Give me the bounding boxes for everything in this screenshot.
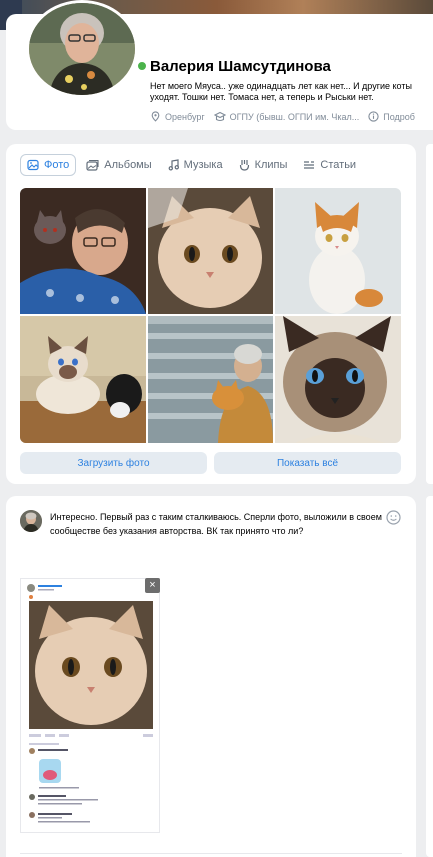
photo-icon	[27, 159, 39, 171]
post-card: Интересно. Первый раз с таким сталкиваюс…	[6, 496, 416, 857]
profile-page: Валерия Шамсутдинова Нет моего Мяуса.. у…	[0, 0, 433, 857]
right-sidebar-edge	[426, 144, 433, 484]
photo-thumb-siamese-cat-lying[interactable]	[20, 316, 146, 443]
articles-icon	[304, 160, 315, 169]
upload-photo-button[interactable]: Загрузить фото	[20, 452, 207, 474]
profile-meta: Оренбург ОГПУ (бывш. ОГПИ им. Чкал... По…	[150, 111, 424, 122]
photo-thumb-ginger-cat-closeup[interactable]	[148, 188, 273, 314]
photo-grid	[20, 188, 401, 443]
tab-photos[interactable]: Фото	[20, 154, 77, 176]
tab-music[interactable]: Музыка	[162, 154, 229, 176]
location-icon	[151, 111, 160, 122]
avatar[interactable]	[26, 0, 138, 98]
education-icon	[213, 111, 226, 122]
photos-card: Фото Альбомы Музыка Клипы Статьи Загрузи…	[6, 144, 416, 484]
meta-details[interactable]: Подроб	[368, 111, 415, 122]
meta-education-label: ОГПУ (бывш. ОГПИ им. Чкал...	[229, 111, 360, 122]
attached-screenshot[interactable]	[20, 578, 160, 833]
meta-city-label: Оренбург	[165, 111, 205, 122]
photo-thumb-woman-with-cat[interactable]	[20, 188, 146, 314]
tab-articles[interactable]: Статьи	[297, 154, 362, 176]
profile-name: Валерия Шамсутдинова	[150, 58, 331, 75]
meta-city[interactable]: Оренбург	[150, 111, 205, 122]
tab-music-label: Музыка	[183, 159, 223, 171]
clips-icon	[239, 160, 249, 171]
music-icon	[168, 159, 179, 171]
remove-attachment-button[interactable]: ×	[145, 578, 160, 593]
profile-header-card: Валерия Шамсутдинова Нет моего Мяуса.. у…	[6, 0, 433, 130]
photo-thumb-woman-with-ginger-cat[interactable]	[148, 316, 273, 443]
tab-photos-label: Фото	[44, 159, 70, 171]
show-all-photos-button[interactable]: Показать всё	[214, 452, 401, 474]
post-author-avatar[interactable]	[20, 510, 42, 532]
photo-thumb-siamese-cat-closeup[interactable]	[275, 316, 401, 443]
right-sidebar-edge-2	[426, 496, 433, 857]
meta-education[interactable]: ОГПУ (бывш. ОГПИ им. Чкал...	[213, 111, 360, 122]
tab-albums[interactable]: Альбомы	[80, 154, 157, 176]
photo-thumb-white-ginger-cat[interactable]	[275, 188, 401, 314]
tab-clips-label: Клипы	[254, 159, 288, 171]
tab-clips[interactable]: Клипы	[233, 154, 294, 176]
tab-articles-label: Статьи	[320, 159, 357, 171]
profile-status: Нет моего Мяуса.. уже одинадцать лет как…	[150, 81, 412, 102]
profile-avatar-wrap[interactable]	[26, 0, 149, 98]
online-indicator	[135, 59, 149, 73]
post-text: Интересно. Первый раз с таким сталкиваюс…	[50, 512, 382, 536]
post-divider	[20, 853, 402, 854]
media-tabs: Фото Альбомы Музыка Клипы Статьи	[20, 154, 366, 176]
info-icon	[368, 111, 379, 122]
meta-details-label: Подроб	[383, 111, 415, 122]
albums-icon	[86, 159, 99, 171]
emoji-icon[interactable]	[386, 510, 401, 525]
tab-albums-label: Альбомы	[104, 159, 152, 171]
